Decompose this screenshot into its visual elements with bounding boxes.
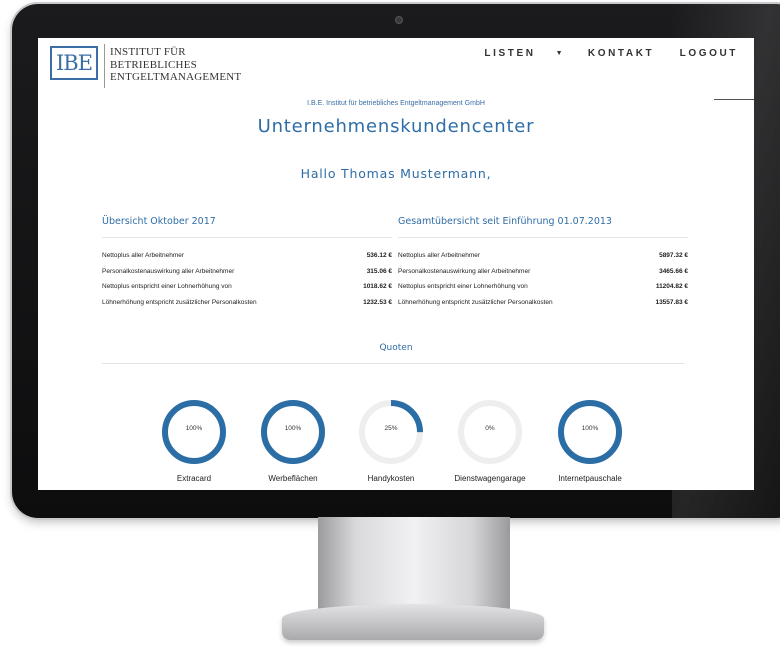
logo-text[interactable]: Institut für Betriebliches Entgeltmanage… xyxy=(110,46,241,84)
table-row: Löhnerhöhung entspricht zusätzlicher Per… xyxy=(398,295,688,311)
ibe-logo-icon[interactable]: IBE xyxy=(50,46,98,80)
nav-logout-link[interactable]: LOGOUT xyxy=(680,48,738,59)
table-row: Nettoplus entspricht einer Lohnerhöhung … xyxy=(102,279,392,295)
donut-percent: 100% xyxy=(581,425,599,432)
screen: IBE Institut für Betriebliches Entgeltma… xyxy=(38,38,754,490)
table-row: Löhnerhöhung entspricht zusätzlicher Per… xyxy=(102,295,392,311)
nav-kontakt-link[interactable]: KONTAKT xyxy=(588,48,654,59)
table-row: Nettoplus aller Arbeitnehmer 536.12 € xyxy=(102,248,392,264)
table-row: Personalkostenauswirkung aller Arbeitneh… xyxy=(102,264,392,280)
table-row: Nettoplus aller Arbeitnehmer 5897.32 € xyxy=(398,248,688,264)
donut-percent: 0% xyxy=(485,425,495,432)
row-value: 315.06 € xyxy=(366,267,392,275)
camera-icon xyxy=(396,17,402,23)
row-label: Personalkostenauswirkung aller Arbeitneh… xyxy=(398,267,531,275)
row-value: 536.12 € xyxy=(366,252,392,259)
top-navigation: IBE Institut für Betriebliches Entgeltma… xyxy=(38,38,754,94)
overview-total-panel: Gesamtübersicht seit Einführung 01.07.20… xyxy=(398,216,688,310)
logo-line-2: Betriebliches xyxy=(110,58,197,71)
donut-percent: 25% xyxy=(384,425,398,432)
row-value: 13557.83 € xyxy=(655,298,688,306)
monitor-base xyxy=(282,604,544,640)
row-label: Personalkostenauswirkung aller Arbeitneh… xyxy=(102,267,235,275)
row-label: Nettoplus aller Arbeitnehmer xyxy=(398,252,481,259)
row-label: Nettoplus aller Arbeitnehmer xyxy=(102,252,185,259)
chevron-down-icon: ▼ xyxy=(555,50,563,57)
row-value: 5897.32 € xyxy=(659,252,688,259)
donut-percent: 100% xyxy=(284,425,302,432)
quoten-donuts: 100% Extracard 100% Werbeflächen 25% Handykos… xyxy=(38,398,754,490)
quoten-divider xyxy=(102,363,684,364)
donut-percent: 100% xyxy=(185,425,203,432)
donut-label: Werbeflächen xyxy=(268,474,318,483)
nav-links: LISTEN ▼ KONTAKT LOGOUT xyxy=(444,48,738,59)
overview-month-title: Übersicht Oktober 2017 xyxy=(102,216,392,238)
row-value: 11204.82 € xyxy=(655,283,688,290)
row-label: Löhnerhöhung entspricht zusätzlicher Per… xyxy=(398,298,553,306)
overview-month-panel: Übersicht Oktober 2017 Nettoplus aller A… xyxy=(102,216,392,310)
row-label: Nettoplus entspricht einer Lohnerhöhung … xyxy=(398,283,528,290)
donut-arc xyxy=(261,400,325,464)
overview-total-title: Gesamtübersicht seit Einführung 01.07.20… xyxy=(398,216,688,238)
nav-listen-label: LISTEN xyxy=(484,48,536,59)
row-label: Löhnerhöhung entspricht zusätzlicher Per… xyxy=(102,298,257,306)
donut-label: Internetpauschale xyxy=(558,474,622,483)
row-value: 3465.66 € xyxy=(659,267,688,275)
row-label: Nettoplus entspricht einer Lohnerhöhung … xyxy=(102,283,232,290)
org-name: I.B.E. Institut für betriebliches Entgel… xyxy=(307,100,485,107)
logo-divider xyxy=(104,44,105,88)
donut-arc xyxy=(558,400,622,464)
donut-track xyxy=(458,400,522,464)
monitor-stand xyxy=(318,517,510,609)
row-value: 1232.53 € xyxy=(363,298,392,306)
donut-label: Extracard xyxy=(176,474,212,483)
logo-line-3: Entgeltmanagement xyxy=(110,71,242,83)
nav-listen-menu[interactable]: LISTEN ▼ xyxy=(464,48,562,59)
row-value: 1018.62 € xyxy=(363,283,392,290)
table-row: Nettoplus entspricht einer Lohnerhöhung … xyxy=(398,279,688,295)
donut-arc xyxy=(162,400,226,464)
page-title: Unternehmenskundencenter xyxy=(257,116,535,137)
greeting: Hallo Thomas Mustermann, xyxy=(300,166,492,181)
donut-label: Dienstwagengarage xyxy=(454,474,526,483)
logo-line-1: Institut für xyxy=(110,46,186,58)
table-row: Personalkostenauswirkung aller Arbeitneh… xyxy=(398,264,688,280)
donut-label: Handykosten xyxy=(367,474,415,483)
quoten-title: Quoten xyxy=(379,343,413,353)
